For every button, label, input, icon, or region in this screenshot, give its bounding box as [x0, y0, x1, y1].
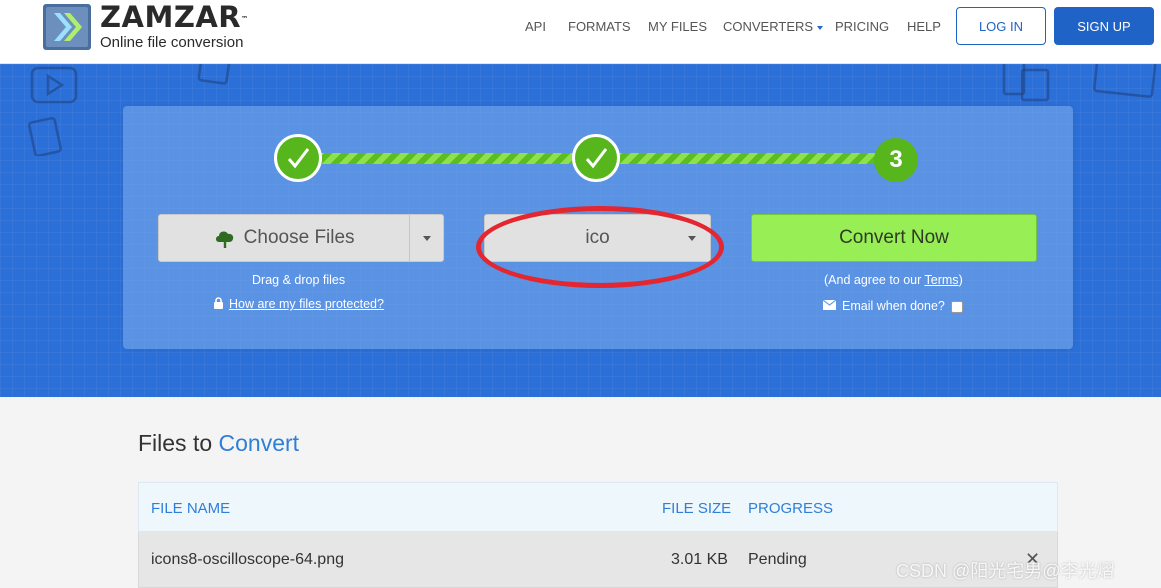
chevron-down-icon: [422, 235, 431, 241]
documents-deco-icon: [1002, 64, 1157, 102]
drag-drop-hint: Drag & drop files: [252, 273, 346, 287]
step-1-complete: [274, 134, 322, 182]
convert-now-button[interactable]: Convert Now: [751, 214, 1037, 262]
email-when-done-checkbox[interactable]: [950, 300, 963, 313]
email-when-done-row: Email when done?: [822, 299, 963, 313]
file-name-cell: icons8-oscilloscope-64.png: [151, 551, 344, 568]
step-progress-track-1: [299, 153, 599, 164]
files-title-accent: Convert: [218, 430, 300, 456]
column-file-size: FILE SIZE: [662, 500, 732, 517]
envelope-icon: [822, 299, 837, 310]
terms-prefix: (And agree to our: [824, 273, 925, 287]
terms-suffix: ): [958, 273, 963, 287]
terms-agreement: (And agree to our Terms): [824, 273, 963, 287]
brand-name: ZAMZAR: [100, 0, 242, 34]
checkmark-icon: [585, 148, 608, 169]
converter-hero: 3 Choose Files Drag & drop files How are…: [0, 64, 1161, 397]
image-file-deco-icon: [197, 64, 231, 85]
zamzar-logo[interactable]: ZAMZAR™ Online file conversion: [42, 2, 249, 51]
lock-icon: [214, 297, 223, 309]
login-button[interactable]: LOG IN: [956, 7, 1046, 45]
nav-converters[interactable]: CONVERTERS: [723, 19, 824, 34]
choose-files-dropdown[interactable]: [409, 215, 443, 261]
file-protection-link[interactable]: How are my files protected?: [229, 297, 384, 311]
choose-files-label: Choose Files: [243, 227, 355, 248]
choose-files-main[interactable]: Choose Files: [159, 215, 409, 261]
nav-formats[interactable]: FORMATS: [568, 19, 631, 34]
step-3-indicator: 3: [874, 138, 918, 182]
highlight-circle-annotation: [476, 206, 724, 288]
nav-api[interactable]: API: [525, 19, 546, 34]
site-header: ZAMZAR™ Online file conversion API FORMA…: [0, 0, 1161, 64]
chevron-down-icon: [817, 25, 824, 30]
step-2-complete: [572, 134, 620, 182]
files-title-plain: Files to: [138, 430, 219, 456]
signup-button[interactable]: SIGN UP: [1054, 7, 1154, 45]
brand-trademark: ™: [241, 15, 249, 23]
file-size-cell: 3.01 KB: [671, 551, 728, 568]
step-progress-track-2: [597, 153, 897, 164]
cloud-upload-icon: [215, 231, 233, 248]
choose-files-button[interactable]: Choose Files: [158, 214, 444, 262]
column-progress: PROGRESS: [748, 500, 834, 517]
files-table-header: FILE NAME FILE SIZE PROGRESS: [138, 482, 1058, 532]
conversion-panel: 3 Choose Files Drag & drop files How are…: [123, 106, 1073, 349]
email-when-done-label: Email when done?: [842, 299, 945, 313]
zamzar-logo-icon: [43, 4, 91, 50]
csdn-watermark: CSDN @阳光宅男@李光熠: [896, 561, 1115, 581]
video-file-deco-icon: [28, 66, 78, 156]
nav-pricing[interactable]: PRICING: [835, 19, 889, 34]
progress-cell: Pending: [748, 551, 807, 568]
file-protection-row: How are my files protected?: [213, 297, 384, 311]
files-section-title: Files to Convert: [138, 430, 299, 457]
nav-converters-label: CONVERTERS: [723, 19, 814, 34]
brand-tagline: Online file conversion: [100, 34, 244, 51]
checkmark-icon: [287, 148, 310, 169]
nav-help[interactable]: HELP: [907, 19, 941, 34]
column-file-name: FILE NAME: [151, 500, 231, 517]
nav-my-files[interactable]: MY FILES: [648, 19, 707, 34]
terms-link[interactable]: Terms: [925, 273, 959, 287]
